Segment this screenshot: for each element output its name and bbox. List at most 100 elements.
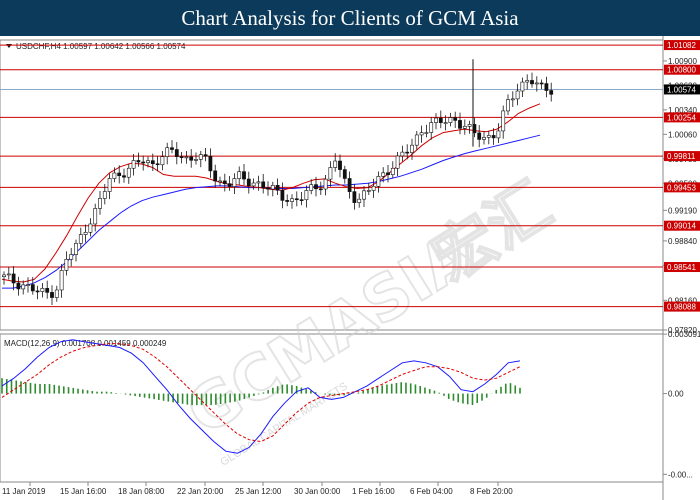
candle-body — [126, 167, 131, 178]
candle-body — [184, 156, 189, 159]
candle-body — [198, 154, 203, 160]
candle-body — [448, 117, 453, 123]
candle-body — [333, 160, 338, 168]
y-tick-label: 1.00900 — [668, 57, 697, 66]
candle-body — [213, 170, 218, 182]
candle-body — [539, 82, 544, 85]
candle-body — [362, 190, 366, 200]
candle-body — [328, 167, 333, 180]
candle-body — [294, 198, 299, 201]
x-tick-label: 8 Feb 20:00 — [470, 487, 513, 496]
candle-body — [458, 120, 462, 129]
candle-body — [323, 178, 328, 190]
candle-body — [11, 273, 16, 284]
candle-body — [50, 292, 54, 298]
y-tick-label: 0.98840 — [668, 237, 697, 246]
candle-body — [314, 184, 318, 190]
candle-body — [69, 254, 74, 260]
candle-body — [26, 284, 30, 286]
candle-body — [59, 270, 64, 291]
candle-body — [482, 136, 486, 140]
candle-body — [357, 198, 362, 203]
candle-body — [366, 190, 371, 192]
x-tick-label: 6 Feb 04:00 — [410, 487, 453, 496]
candle-body — [304, 190, 309, 201]
candle-body — [544, 83, 549, 91]
candle-body — [429, 122, 434, 133]
candle-body — [256, 181, 261, 184]
candle-body — [510, 98, 515, 101]
level-price-label: 0.99453 — [667, 183, 696, 192]
candle-body — [136, 160, 141, 163]
candle-body — [64, 258, 69, 271]
candle-body — [381, 172, 386, 177]
banner-title: Chart Analysis for Clients of GCM Asia — [0, 0, 700, 36]
candle-body — [93, 208, 98, 225]
candle-body — [270, 185, 275, 190]
candle-body — [208, 155, 213, 172]
x-tick-label: 15 Jan 16:00 — [60, 487, 107, 496]
candle-body — [102, 191, 107, 199]
macd-header: MACD(12,26,9) 0.001708 0.001459 0.000249 — [4, 339, 167, 348]
candle-body — [285, 200, 290, 202]
candle-body — [376, 176, 381, 187]
candle-body — [496, 130, 501, 139]
level-price-label: 0.99014 — [667, 222, 696, 231]
candle-body — [386, 172, 390, 176]
price-chart: GCMASIA 宏汇 GLOBAL CAPITAL MARKETS USDCHF… — [0, 36, 700, 500]
candle-body — [237, 171, 242, 179]
candle-body — [146, 160, 150, 164]
candle-body — [462, 126, 467, 129]
candle-body — [261, 181, 266, 189]
x-tick-label: 18 Jan 08:00 — [118, 487, 165, 496]
candle-body — [160, 156, 165, 166]
x-tick-label: 11 Jan 2019 — [2, 487, 46, 496]
candle-body — [30, 284, 35, 292]
candle-body — [506, 99, 510, 112]
candle-body — [117, 172, 122, 176]
candle-body — [299, 199, 304, 201]
candle-body — [486, 135, 491, 138]
candle-body — [112, 172, 117, 179]
candle-body — [352, 191, 357, 203]
candle-body — [150, 160, 155, 165]
candle-body — [438, 117, 443, 123]
candle-body — [246, 178, 251, 187]
candle-body — [98, 198, 102, 209]
candle-body — [309, 184, 314, 191]
level-price-label: 1.00800 — [667, 66, 696, 75]
candle-body — [122, 175, 126, 178]
candle-body — [170, 147, 174, 150]
candle-body — [83, 232, 88, 235]
candle-body — [434, 117, 438, 123]
candle-body — [227, 183, 232, 187]
candle-body — [2, 274, 6, 278]
candle-body — [107, 178, 112, 192]
candle-body — [443, 122, 448, 124]
candle-body — [141, 161, 146, 164]
level-price-label: 0.99811 — [667, 152, 696, 161]
candle-body — [467, 124, 472, 127]
candle-body — [525, 80, 530, 83]
candle-body — [549, 90, 554, 95]
macd-y-tick-label: 0.00 — [668, 390, 684, 399]
candle-body — [419, 132, 424, 136]
macd-y-tick-label: -0.00... — [668, 470, 693, 479]
candle-body — [530, 80, 534, 85]
y-tick-label: 1.00060 — [668, 130, 697, 139]
candle-body — [242, 171, 246, 180]
candle-body — [405, 151, 410, 154]
candle-body — [318, 188, 323, 191]
candle-body — [203, 154, 208, 157]
candle-body — [534, 82, 539, 85]
candle-body — [477, 132, 482, 140]
level-price-label: 1.01082 — [667, 41, 696, 50]
level-price-label: 0.98088 — [667, 303, 696, 312]
macd-y-tick-label: 0.003091 — [668, 330, 700, 339]
candle-body — [74, 243, 78, 255]
candle-body — [491, 135, 496, 139]
current-price-label: 1.00574 — [667, 85, 696, 94]
x-tick-label: 22 Jan 20:00 — [177, 487, 224, 496]
x-tick-label: 30 Jan 00:00 — [294, 487, 341, 496]
candle-body — [179, 156, 184, 158]
